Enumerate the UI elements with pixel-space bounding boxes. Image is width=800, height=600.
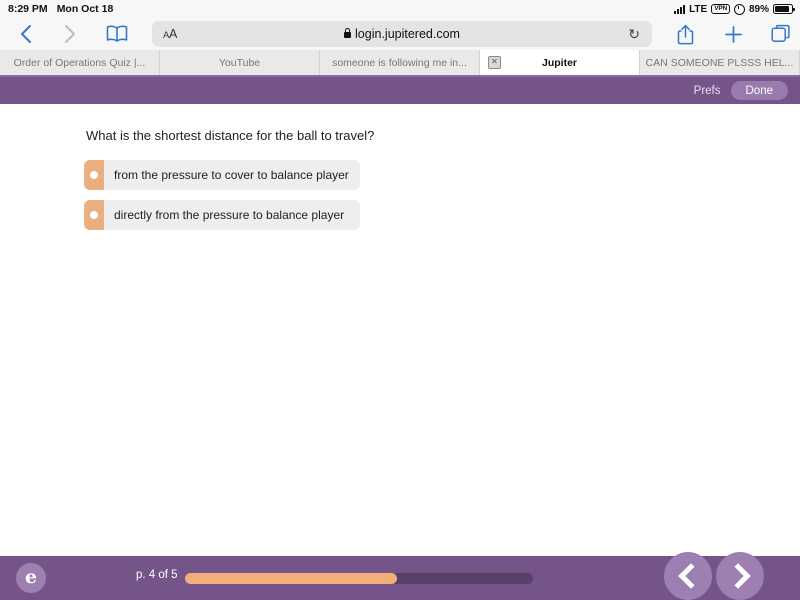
browser-tab-3-active[interactable]: ✕ Jupiter	[480, 50, 640, 75]
logo-glyph: e	[24, 566, 38, 588]
chevron-right-icon	[64, 25, 75, 43]
question-text: What is the shortest distance for the ba…	[86, 128, 375, 143]
network-label: LTE	[689, 3, 708, 15]
share-button[interactable]	[672, 21, 698, 47]
jupiter-logo: e	[16, 563, 46, 593]
url-display: login.jupitered.com	[152, 27, 652, 41]
battery-percent-label: 89%	[748, 3, 769, 15]
safari-toolbar: AA login.jupitered.com ↻	[0, 18, 800, 50]
quiz-content-area: What is the shortest distance for the ba…	[0, 104, 800, 556]
page-indicator: p. 4 of 5	[136, 569, 178, 581]
battery-icon	[773, 4, 795, 14]
toolbar-right-icons	[672, 21, 794, 47]
answer-drag-handle[interactable]	[84, 200, 104, 230]
answer-choice-label: directly from the pressure to balance pl…	[114, 208, 345, 222]
browser-tab-0[interactable]: Order of Operations Quiz |...	[0, 50, 160, 75]
bookmarks-button[interactable]	[100, 18, 134, 50]
chevron-left-icon	[677, 563, 704, 589]
plus-icon	[724, 25, 742, 43]
chevron-right-icon	[724, 563, 751, 589]
status-date: Mon Oct 18	[56, 3, 114, 15]
answer-choice-1[interactable]: directly from the pressure to balance pl…	[84, 200, 360, 230]
tab-title: YouTube	[218, 56, 261, 69]
ios-status-bar: 8:29 PM Mon Oct 18 LTE VPN 89%	[0, 0, 800, 18]
status-bar-right: LTE VPN 89%	[674, 0, 795, 18]
answer-choice-label: from the pressure to cover to balance pl…	[114, 168, 349, 182]
reload-button[interactable]: ↻	[628, 26, 640, 43]
address-bar[interactable]: AA login.jupitered.com ↻	[152, 21, 652, 47]
lock-icon	[344, 28, 352, 38]
url-text: login.jupitered.com	[355, 27, 460, 41]
tab-title: CAN SOMEONE PLSSS HEL...	[645, 56, 794, 69]
progress-bar-track	[185, 573, 533, 584]
book-icon	[106, 25, 128, 42]
done-button[interactable]: Done	[730, 81, 788, 100]
status-time: 8:29 PM	[8, 3, 48, 15]
alarm-icon	[733, 3, 745, 15]
status-bar-left: 8:29 PM Mon Oct 18	[8, 3, 113, 15]
cellular-signal-icon	[674, 4, 686, 14]
chevron-left-icon	[20, 25, 31, 43]
tab-title: Order of Operations Quiz |...	[13, 56, 146, 69]
back-button[interactable]	[8, 18, 42, 50]
tab-title: Jupiter	[541, 56, 577, 69]
progress-bar-fill	[185, 573, 398, 584]
vpn-icon: VPN	[711, 4, 730, 14]
text-size-button[interactable]: AA	[163, 27, 177, 41]
prefs-button[interactable]: Prefs	[694, 85, 721, 97]
tab-strip: Order of Operations Quiz |... YouTube so…	[0, 50, 800, 77]
next-page-button[interactable]	[716, 552, 764, 600]
browser-tab-2[interactable]: someone is following me in...	[320, 50, 480, 75]
tab-title: someone is following me in...	[332, 56, 467, 69]
new-tab-button[interactable]	[720, 21, 746, 47]
answer-choice-list: from the pressure to cover to balance pl…	[84, 160, 360, 230]
previous-page-button[interactable]	[664, 552, 712, 600]
tab-close-icon[interactable]: ✕	[488, 56, 501, 69]
browser-tab-4[interactable]: CAN SOMEONE PLSSS HEL...	[640, 50, 800, 75]
app-header-bar: Prefs Done	[0, 77, 800, 104]
answer-choice-0[interactable]: from the pressure to cover to balance pl…	[84, 160, 360, 190]
ipad-safari-screen: 8:29 PM Mon Oct 18 LTE VPN 89% AA login.…	[0, 0, 800, 600]
browser-tab-1[interactable]: YouTube	[160, 50, 320, 75]
forward-button	[52, 18, 86, 50]
share-icon	[677, 24, 693, 44]
tabs-overview-icon	[771, 24, 790, 42]
tabs-overview-button[interactable]	[768, 21, 794, 47]
answer-drag-handle[interactable]	[84, 160, 104, 190]
